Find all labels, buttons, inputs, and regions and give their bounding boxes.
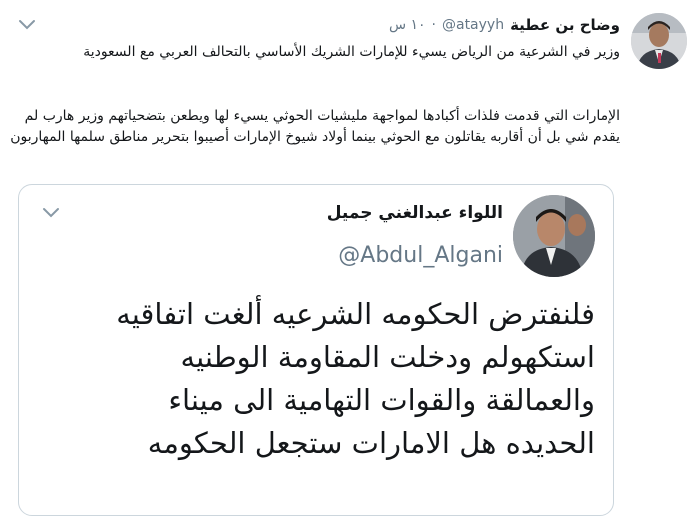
quoted-text-line: الحديده هل الامارات ستجعل الحكومه xyxy=(147,426,595,460)
chevron-down-icon[interactable] xyxy=(41,205,61,219)
tweet-text-paragraph-2: الإمارات التي قدمت فلذات أكبادها لمواجهة… xyxy=(10,108,620,145)
quoted-author-handle[interactable]: @Abdul_Algani xyxy=(338,243,503,268)
author-handle[interactable]: @atayyh xyxy=(442,17,504,33)
tweet-text-paragraph-1: وزير في الشرعية من الرياض يسيء للإمارات … xyxy=(83,44,620,60)
chevron-down-icon[interactable] xyxy=(18,16,36,30)
separator: · xyxy=(431,17,436,33)
quoted-author-name[interactable]: اللواء عبدالغني جميل xyxy=(327,203,503,223)
tweet: وضاح بن عطية @atayyh · ١٠ س وزير في الشر… xyxy=(0,0,700,516)
tweet-header: وضاح بن عطية @atayyh · ١٠ س xyxy=(389,14,620,36)
tweet-time[interactable]: ١٠ س xyxy=(389,17,426,33)
quoted-text-line: فلنفترض الحكومه الشرعيه ألغت اتفاقيه xyxy=(116,297,595,331)
quoted-tweet-text: فلنفترض الحكومه الشرعيه ألغت اتفاقيه است… xyxy=(35,293,595,465)
quoted-author-avatar[interactable] xyxy=(513,195,595,277)
author-avatar[interactable] xyxy=(631,13,687,69)
quoted-text-line: استكهولم ودخلت المقاومة الوطنيه xyxy=(180,340,595,374)
quoted-tweet[interactable]: اللواء عبدالغني جميل @Abdul_Algani فلنفت… xyxy=(18,184,614,516)
author-name[interactable]: وضاح بن عطية xyxy=(510,16,620,34)
quoted-text-line: والعمالقة والقوات التهامية الى ميناء xyxy=(168,383,595,417)
